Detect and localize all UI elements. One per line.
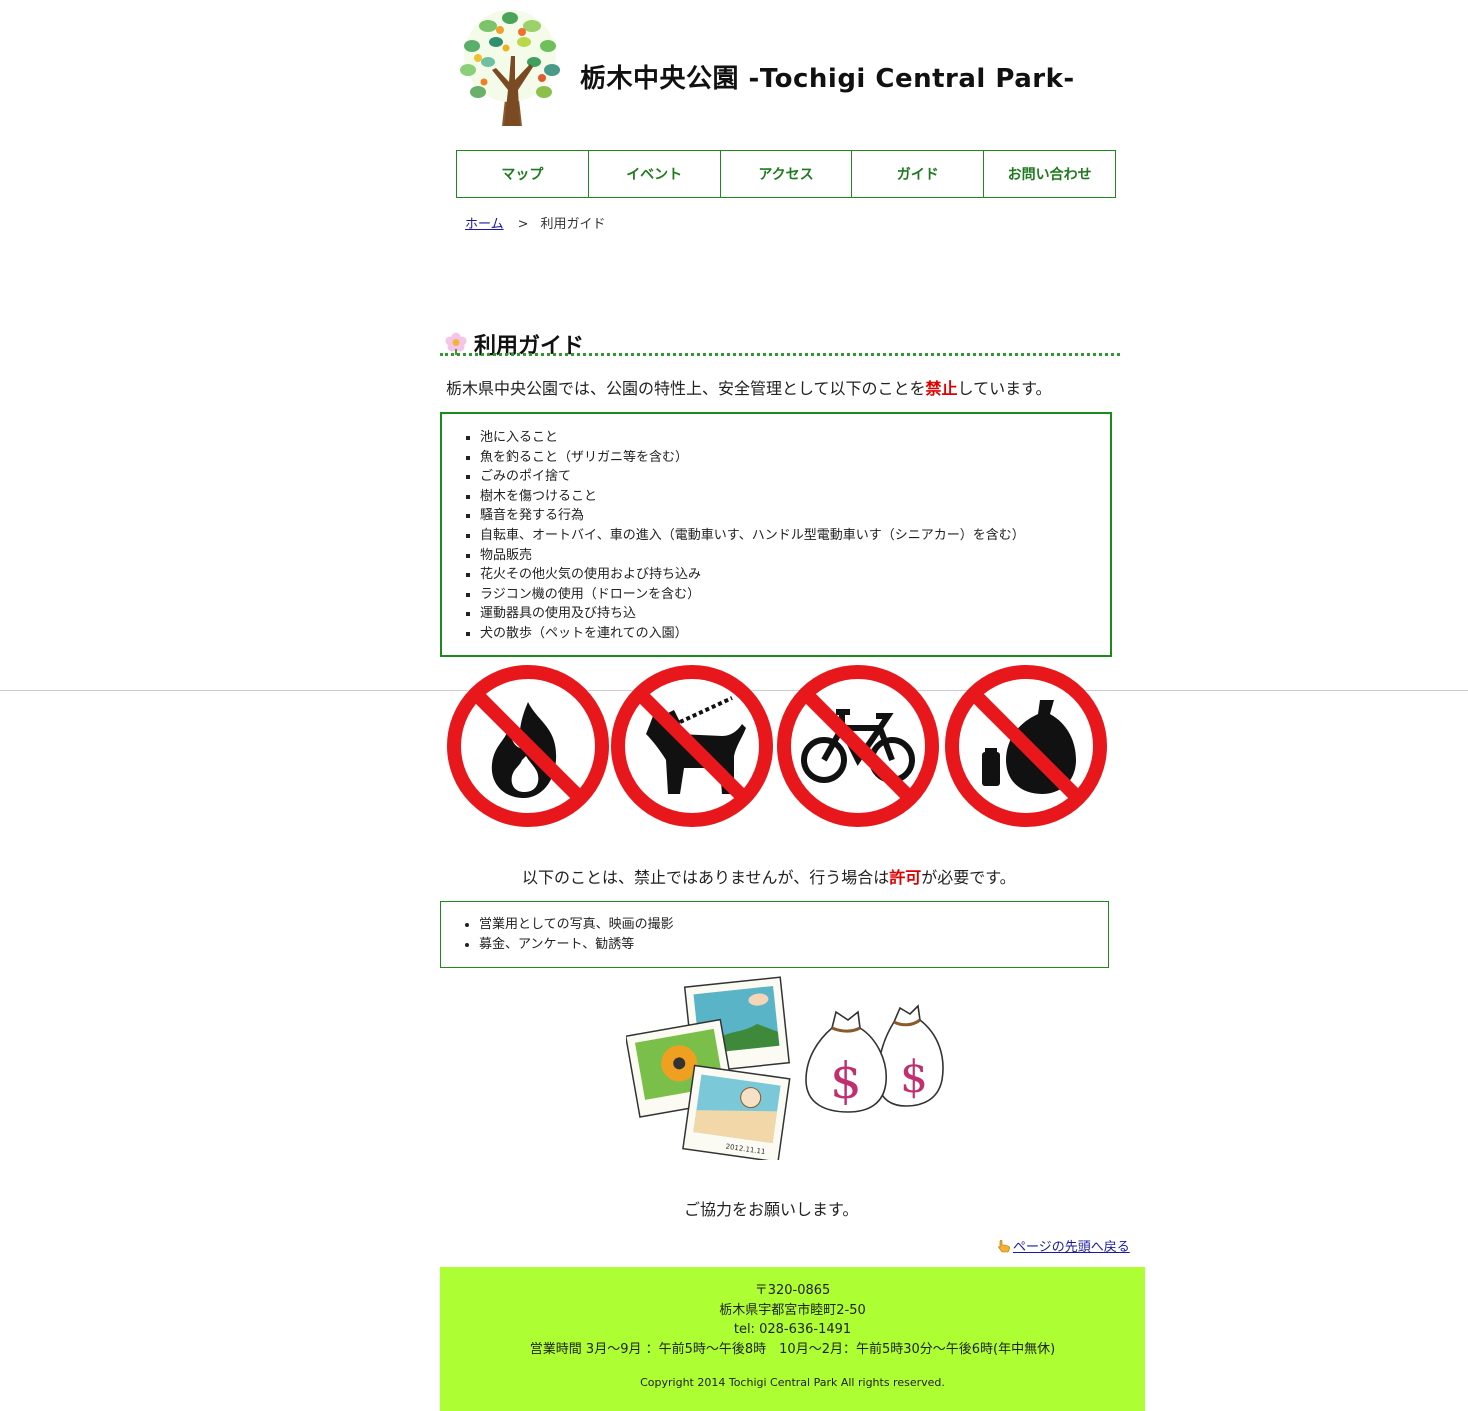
flower-icon	[445, 332, 467, 355]
list-item: ごみのポイ捨て	[480, 467, 1110, 487]
main-nav: マップ イベント アクセス ガイド お問い合わせ	[456, 150, 1116, 198]
money-symbol-front: $	[830, 1052, 862, 1110]
list-item: 募金、アンケート、勧誘等	[479, 935, 1108, 955]
nav-item-guide[interactable]: ガイド	[852, 150, 985, 198]
thanks-message: ご協力をお願いします。	[684, 1200, 859, 1219]
list-item: 自転車、オートバイ、車の進入（電動車いす、ハンドル型電動車いす（シニアカー）を含…	[480, 526, 1110, 546]
footer-address: 栃木県宇都宮市睦町2-50	[719, 1302, 866, 1318]
permission-intro: 以下のことは、禁止ではありませんが、行う場合は許可が必要です。	[522, 864, 1016, 888]
permission-intro-text: 以下のことは、禁止ではありませんが、行う場合は	[522, 868, 890, 887]
prohibited-intro: 栃木県中央公園では、公園の特性上、安全管理として以下のことを禁止しています。	[446, 375, 1051, 399]
permission-list: 営業用としての写真、映画の撮影 募金、アンケート、勧誘等	[441, 902, 1108, 954]
no-dogs-icon	[611, 665, 773, 827]
list-item: 樹木を傷つけること	[480, 487, 1110, 507]
breadcrumb: ホーム > 利用ガイド	[465, 213, 606, 232]
list-item: 池に入ること	[480, 428, 1110, 448]
breadcrumb-home-link[interactable]: ホーム	[465, 217, 504, 232]
list-item: 花火その他火気の使用および持ち込み	[480, 565, 1110, 585]
no-bicycles-icon	[777, 665, 939, 827]
list-item: 犬の散歩（ペットを連れての入園）	[480, 624, 1110, 644]
nav-item-events[interactable]: イベント	[588, 150, 721, 198]
photos-illustration: 2012.11.11	[626, 976, 791, 1160]
no-fire-icon	[447, 665, 609, 827]
breadcrumb-current: 利用ガイド	[540, 217, 606, 232]
prohibited-list: 池に入ること 魚を釣ること（ザリガニ等を含む） ごみのポイ捨て 樹木を傷つけるこ…	[442, 414, 1110, 644]
list-item: 営業用としての写真、映画の撮影	[479, 915, 1108, 935]
permission-list-box: 営業用としての写真、映画の撮影 募金、アンケート、勧誘等	[440, 901, 1109, 968]
permission-intro-tail: が必要です。	[921, 868, 1016, 887]
footer-postal: 〒320-0865	[754, 1283, 831, 1298]
list-item: 物品販売	[480, 546, 1110, 566]
breadcrumb-separator: >	[517, 217, 529, 232]
prohibited-intro-tail: しています。	[957, 379, 1052, 398]
footer-hours: 営業時間 3月～9月 ：午前5時～午後8時 10月～2月：午前5時30分～午後6…	[529, 1341, 1056, 1357]
prohibited-intro-text: 栃木県中央公園では、公園の特性上、安全管理として以下のことを	[446, 379, 926, 398]
list-item: 運動器具の使用及び持ち込	[480, 604, 1110, 624]
no-litter-icon	[945, 665, 1107, 827]
permission-emphasis: 許可	[889, 868, 922, 887]
prohibited-list-box: 池に入ること 魚を釣ること（ザリガニ等を含む） ごみのポイ捨て 樹木を傷つけるこ…	[440, 412, 1112, 657]
nav-item-access[interactable]: アクセス	[720, 150, 853, 198]
heading-divider	[440, 353, 1120, 356]
back-to-top-label[interactable]: ページの先頭へ戻る	[1013, 1240, 1130, 1255]
list-item: 騒音を発する行為	[480, 506, 1110, 526]
pointing-hand-icon	[998, 1239, 1010, 1253]
footer-copyright: Copyright 2014 Tochigi Central Park All …	[640, 1376, 945, 1390]
money-symbol-back: $	[900, 1052, 928, 1103]
list-item: ラジコン機の使用（ドローンを含む）	[480, 585, 1110, 605]
prohibited-emphasis: 禁止	[925, 379, 958, 398]
site-footer: 〒320-0865 栃木県宇都宮市睦町2-50 tel: 028-636-149…	[440, 1267, 1145, 1411]
nav-item-map[interactable]: マップ	[456, 150, 589, 198]
footer-tel: tel: 028-636-1491	[733, 1322, 852, 1338]
site-title: 栃木中央公園 -Tochigi Central Park-	[580, 64, 1075, 94]
back-to-top-link[interactable]: ページの先頭へ戻る	[997, 1236, 1130, 1255]
nav-item-contact[interactable]: お問い合わせ	[984, 150, 1116, 198]
list-item: 魚を釣ること（ザリガニ等を含む）	[480, 448, 1110, 468]
park-tree-logo	[460, 10, 560, 126]
money-bags-illustration: $ $	[805, 1004, 944, 1113]
